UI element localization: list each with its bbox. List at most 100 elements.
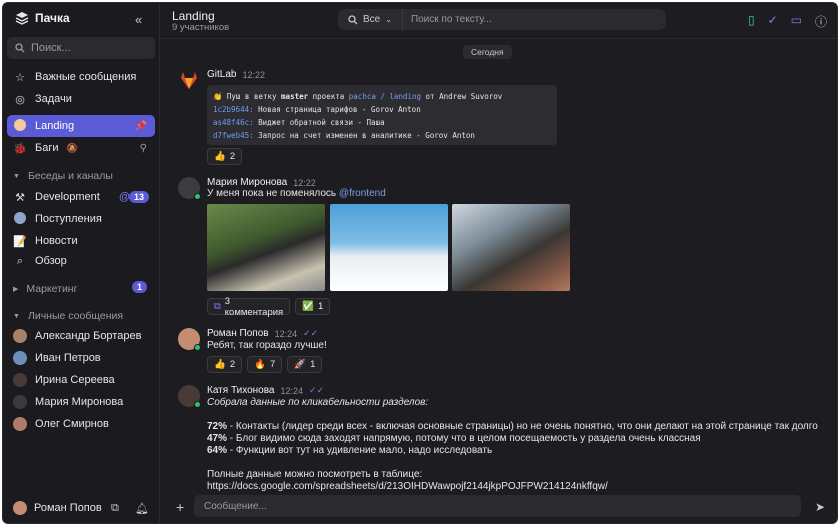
photo-cyclists[interactable] bbox=[207, 204, 325, 291]
channel-title[interactable]: Landing bbox=[172, 9, 215, 23]
check-circle-icon[interactable]: ✓ bbox=[768, 13, 778, 30]
emoji: 🔥 bbox=[254, 359, 266, 370]
commit-hash[interactable]: d7fweb45: bbox=[213, 131, 254, 140]
commit-hash[interactable]: 1c2b9644: bbox=[213, 105, 254, 114]
marketing-section-header[interactable]: ▶ Маркетинг bbox=[13, 283, 77, 295]
message-text: У меня пока не поменялось @frontend bbox=[207, 188, 386, 199]
photo-climber[interactable] bbox=[452, 204, 570, 291]
avatar bbox=[13, 417, 27, 431]
timestamp: 12:22 bbox=[242, 69, 265, 80]
sidebar-item-label: Задачи bbox=[35, 93, 72, 105]
online-indicator bbox=[194, 193, 201, 200]
reactions: 👍 2 🔥 7 🚀 1 bbox=[207, 356, 323, 373]
pin-icon[interactable]: ⚲ bbox=[140, 143, 147, 154]
sidebar-item-tasks[interactable]: ◎ Задачи bbox=[7, 88, 155, 110]
avatar bbox=[13, 395, 27, 409]
push-text: проекта bbox=[312, 92, 345, 101]
stat-line: 64% - Функции вот тут на удивление мало,… bbox=[207, 445, 492, 456]
online-indicator bbox=[194, 344, 201, 351]
stat-percent: 64% bbox=[207, 445, 228, 456]
reaction-chip[interactable]: ✅ 1 bbox=[295, 298, 331, 315]
download-icon bbox=[13, 211, 27, 227]
branch-name: master bbox=[281, 92, 309, 101]
author-name[interactable]: GitLab bbox=[207, 69, 236, 80]
sidebar-item-important[interactable]: ☆ Важные сообщения bbox=[7, 66, 155, 88]
collapse-sidebar-icon[interactable]: « bbox=[135, 12, 142, 27]
dm-item[interactable]: Мария Миронова bbox=[7, 391, 155, 413]
read-receipt-icon: ✓✓ bbox=[309, 385, 325, 395]
reaction-count: 7 bbox=[269, 359, 276, 370]
commit-text: Новая страница тарифов - Gorov Anton bbox=[258, 105, 421, 114]
sidebar: Пачка « Поиск... ☆ Важные сообщения ◎ За… bbox=[3, 3, 160, 523]
sidebar-item-news[interactable]: 📝 Новости bbox=[7, 230, 155, 252]
sidebar-item-overview[interactable]: ⌕ Обзор bbox=[7, 250, 155, 272]
dm-label: Александр Бортарев bbox=[35, 330, 142, 342]
member-count[interactable]: 9 участников bbox=[172, 22, 229, 33]
stat-percent: 72% bbox=[207, 421, 228, 432]
threads-icon[interactable]: ⧉ bbox=[111, 502, 119, 515]
sidebar-item-incoming[interactable]: Поступления bbox=[7, 208, 155, 230]
sidebar-item-bugs[interactable]: 🐞 Баги 🔕 ⚲ bbox=[7, 137, 155, 159]
timestamp: 12:24 bbox=[274, 328, 298, 339]
mention-link[interactable]: @frontend bbox=[339, 188, 386, 199]
avatar[interactable] bbox=[178, 328, 201, 351]
reaction-chip[interactable]: 🚀 1 bbox=[287, 356, 323, 373]
date-separator: Сегодня bbox=[463, 45, 512, 59]
thread-button[interactable]: ⧉ 3 комментария bbox=[207, 296, 291, 318]
sidebar-item-landing[interactable]: Landing 📌 bbox=[7, 115, 155, 137]
reaction-chip[interactable]: 🔥 7 bbox=[247, 356, 283, 373]
author-name[interactable]: Катя Тихонова bbox=[207, 385, 275, 396]
chevron-down-icon: ▼ bbox=[13, 312, 20, 320]
project-link[interactable]: pachca / landing bbox=[349, 92, 421, 101]
stat-text: - Функции вот тут на удивление мало, над… bbox=[227, 445, 493, 456]
reaction-chip[interactable]: 👍 2 bbox=[207, 356, 243, 373]
attach-icon[interactable]: + bbox=[176, 499, 184, 515]
tools-icon: ⚒ bbox=[15, 191, 25, 204]
search-icon bbox=[348, 14, 358, 24]
dm-item[interactable]: Ирина Сереева bbox=[7, 369, 155, 391]
video-icon[interactable]: ▭ bbox=[791, 13, 802, 30]
info-icon[interactable]: ⓘ bbox=[815, 13, 827, 30]
spreadsheet-link[interactable]: https://docs.google.com/spreadsheets/d/2… bbox=[207, 481, 608, 492]
section-label: Личные сообщения bbox=[27, 310, 124, 322]
search-scope-select[interactable]: Все ⌄ bbox=[338, 9, 403, 30]
stat-line: 47% - Блог видимо сюда заходят напрямую,… bbox=[207, 433, 701, 444]
stat-text: - Контакты (лидер среди всех - включая о… bbox=[227, 421, 818, 432]
author-name[interactable]: Мария Миронова bbox=[207, 177, 287, 188]
sidebar-item-label: Поступления bbox=[35, 213, 102, 225]
dm-item[interactable]: Олег Смирнов bbox=[7, 413, 155, 435]
current-user-bar[interactable]: Роман Попов ⧉ 🔔︎ bbox=[3, 493, 160, 523]
avatar[interactable] bbox=[178, 177, 201, 200]
reaction-count: 2 bbox=[229, 359, 236, 370]
pin-icon[interactable]: 📌 bbox=[135, 121, 147, 132]
message-input[interactable]: Сообщение... bbox=[194, 495, 801, 517]
app-name: Пачка bbox=[35, 11, 70, 25]
current-user-name: Роман Попов bbox=[34, 502, 102, 514]
check-circle-icon: ◎ bbox=[15, 93, 25, 106]
send-icon[interactable]: ➤ bbox=[815, 500, 825, 514]
search-icon bbox=[15, 43, 25, 53]
reaction-count: 1 bbox=[318, 301, 324, 312]
chat-panel: Landing 9 участников Все ⌄ Поиск по текс… bbox=[160, 3, 837, 523]
search-input[interactable]: Поиск по тексту... bbox=[403, 14, 492, 25]
dm-section-header[interactable]: ▼ Личные сообщения bbox=[13, 310, 123, 322]
dm-item[interactable]: Александр Бортарев bbox=[7, 325, 155, 347]
online-indicator bbox=[194, 401, 201, 408]
commit-hash[interactable]: as48f46c: bbox=[213, 118, 254, 127]
dm-item[interactable]: Иван Петров bbox=[7, 347, 155, 369]
push-text: 👏 Пуш в ветку bbox=[213, 92, 277, 101]
bell-icon[interactable]: 🔔︎ bbox=[135, 502, 149, 515]
avatar[interactable] bbox=[178, 385, 201, 408]
clipboard-icon[interactable]: ▯ bbox=[748, 13, 755, 30]
brand[interactable]: Пачка bbox=[15, 11, 70, 25]
sidebar-search[interactable]: Поиск... bbox=[7, 37, 155, 59]
chat-search[interactable]: Все ⌄ Поиск по тексту... bbox=[338, 9, 666, 30]
sidebar-item-development[interactable]: ⚒ Development @ 13 bbox=[7, 186, 155, 208]
photo-skier[interactable] bbox=[330, 204, 448, 291]
sidebar-item-label: Новости bbox=[35, 235, 78, 247]
section-label: Беседы и каналы bbox=[27, 170, 113, 182]
channels-section-header[interactable]: ▼ Беседы и каналы bbox=[13, 170, 113, 182]
author-name[interactable]: Роман Попов bbox=[207, 328, 269, 339]
avatar bbox=[13, 373, 27, 387]
reaction-chip[interactable]: 👍 2 bbox=[207, 148, 243, 165]
